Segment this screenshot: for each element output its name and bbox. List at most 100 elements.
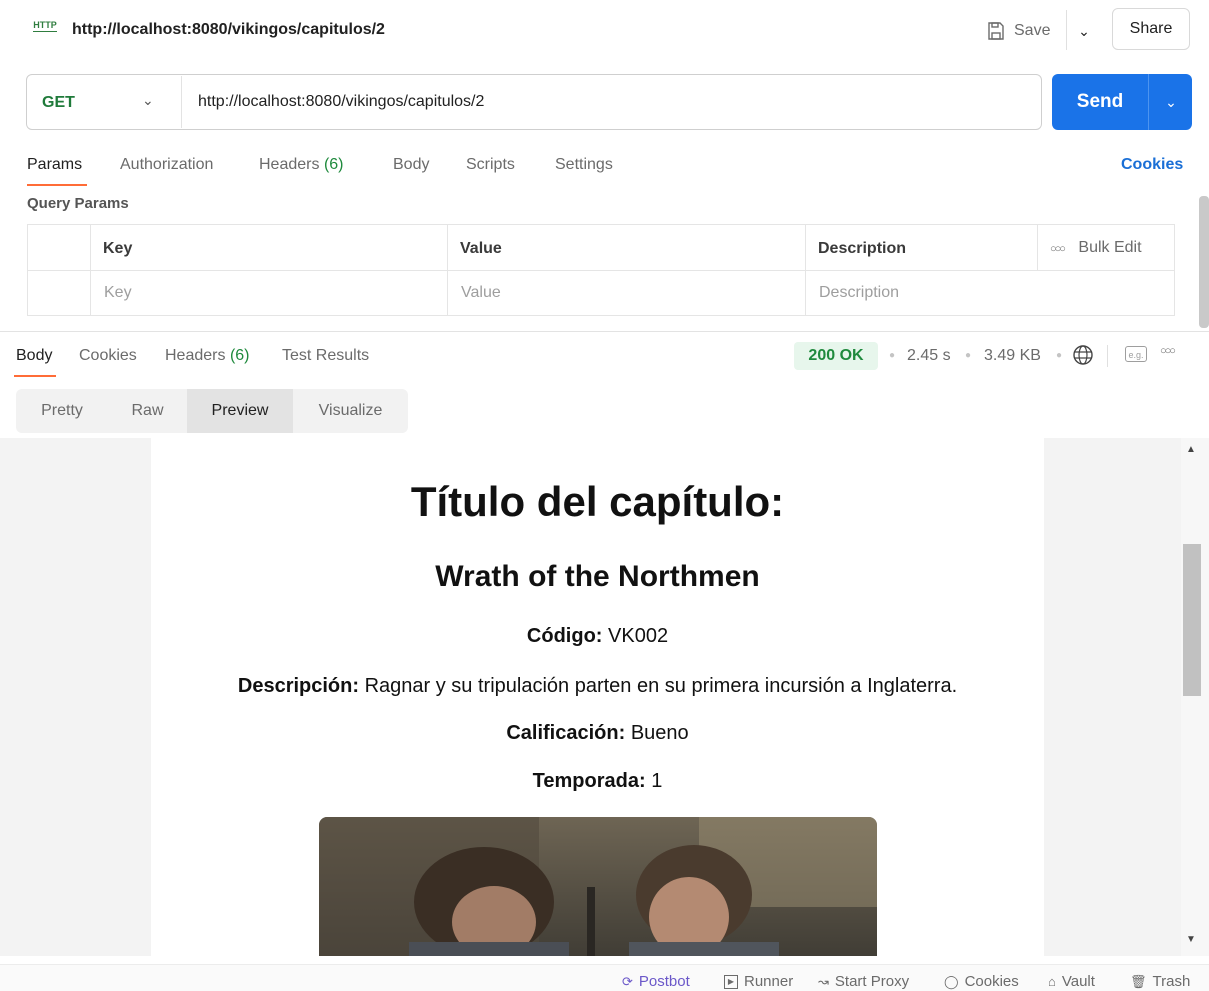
scroll-down-icon[interactable]: ▼	[1186, 934, 1196, 945]
tab-scripts[interactable]: Scripts	[466, 156, 515, 174]
tab-params[interactable]: Params	[27, 156, 82, 174]
tab-response-headers-label: Headers	[165, 347, 226, 364]
cookies-button[interactable]: ◯ Cookies	[944, 973, 1019, 990]
save-icon	[988, 22, 1004, 40]
active-tab-indicator	[27, 184, 87, 186]
format-tab-raw[interactable]: Raw	[108, 389, 187, 433]
postbot-button[interactable]: ⟳ Postbot	[622, 973, 690, 990]
runner-icon: ▶	[724, 974, 738, 989]
divider	[27, 270, 1175, 271]
separator-dot: ●	[889, 350, 896, 361]
chevron-down-icon[interactable]: ⌄	[142, 92, 154, 109]
response-time[interactable]: 2.45 s	[907, 347, 951, 365]
bulk-edit-label: Bulk Edit	[1078, 239, 1142, 256]
active-tab-indicator	[14, 375, 56, 377]
vault-button[interactable]: ⌂ Vault	[1048, 973, 1095, 990]
save-example-icon[interactable]: e.g.	[1125, 346, 1147, 362]
descripcion-label: Descripción:	[237, 675, 360, 697]
codigo-label: Código:	[526, 625, 603, 647]
postbot-icon: ⟳	[622, 973, 633, 989]
param-value-input[interactable]: Value	[461, 284, 501, 302]
http-request-icon: HTTP	[33, 20, 57, 32]
tab-headers-label: Headers	[259, 156, 320, 173]
cookies-link[interactable]: Cookies	[1121, 156, 1183, 174]
column-header-description: Description	[818, 240, 907, 257]
divider	[90, 224, 91, 316]
calificacion-line: Calificación: Bueno	[151, 722, 1044, 745]
headers-count: (6)	[323, 156, 344, 173]
trash-label: Trash	[1152, 973, 1191, 990]
preview-scrollbar[interactable]	[1181, 438, 1209, 956]
codigo-line: Código: VK002	[151, 625, 1044, 648]
tab-body[interactable]: Body	[393, 156, 429, 174]
page-heading: Título del capítulo:	[410, 478, 785, 525]
save-button[interactable]: Save	[986, 16, 1050, 46]
param-description-input[interactable]: Description	[819, 284, 899, 302]
start-proxy-label: Start Proxy	[834, 973, 910, 990]
scroll-up-icon[interactable]: ▲	[1186, 444, 1196, 455]
tab-authorization[interactable]: Authorization	[120, 156, 213, 174]
postbot-label: Postbot	[638, 973, 690, 990]
preview-page: Título del capítulo: Wrath of the Northm…	[151, 438, 1044, 956]
param-key-input[interactable]: Key	[104, 284, 132, 302]
start-proxy-button[interactable]: ↝ Start Proxy	[818, 973, 909, 990]
column-header-value: Value	[460, 240, 502, 257]
divider	[1037, 224, 1038, 270]
share-button[interactable]: Share	[1112, 8, 1190, 50]
divider	[805, 224, 806, 316]
vault-icon: ⌂	[1048, 974, 1056, 989]
more-icon: ○○○	[1050, 243, 1066, 255]
temporada-label: Temporada:	[532, 770, 646, 792]
trash-button[interactable]: 🗑 Trash	[1130, 973, 1190, 990]
globe-icon[interactable]	[1072, 344, 1094, 366]
tab-test-results[interactable]: Test Results	[282, 347, 369, 365]
descripcion-value: Ragnar y su tripulación parten en su pri…	[364, 675, 958, 697]
more-icon[interactable]: ○○○	[1160, 345, 1176, 357]
tab-response-cookies[interactable]: Cookies	[79, 347, 137, 365]
tab-response-body[interactable]: Body	[16, 347, 52, 365]
response-size[interactable]: 3.49 KB	[984, 347, 1041, 365]
format-tab-pretty[interactable]: Pretty	[16, 389, 108, 433]
calificacion-value: Bueno	[630, 722, 689, 744]
scrollbar-thumb[interactable]	[1199, 196, 1209, 328]
save-label: Save	[1014, 22, 1051, 39]
chevron-down-icon[interactable]: ⌄	[1073, 18, 1095, 44]
episode-image	[319, 817, 877, 956]
cookies-label: Cookies	[964, 973, 1019, 990]
request-title[interactable]: http://localhost:8080/vikingos/capitulos…	[72, 21, 385, 39]
status-bar	[0, 964, 1209, 991]
tab-response-headers[interactable]: Headers (6)	[165, 347, 250, 365]
status-badge[interactable]: 200 OK	[794, 342, 878, 370]
tab-settings[interactable]: Settings	[555, 156, 613, 174]
separator-dot: ●	[1056, 350, 1063, 361]
cookie-icon: ◯	[944, 973, 959, 989]
descripcion-line: Descripción: Ragnar y su tripulación par…	[151, 675, 1044, 698]
format-tab-visualize[interactable]: Visualize	[293, 389, 408, 433]
divider	[181, 76, 182, 128]
headers-count: (6)	[229, 347, 250, 364]
vault-label: Vault	[1061, 973, 1095, 990]
proxy-icon: ↝	[818, 973, 829, 989]
query-params-title: Query Params	[27, 195, 129, 212]
tab-headers[interactable]: Headers (6)	[259, 156, 344, 174]
separator-dot: ●	[965, 350, 972, 361]
pane-divider[interactable]	[0, 331, 1209, 332]
scrollbar-thumb[interactable]	[1183, 544, 1201, 696]
runner-button[interactable]: ▶ Runner	[724, 973, 793, 990]
bulk-edit-button[interactable]: ○○○ Bulk Edit	[1050, 239, 1142, 257]
chevron-down-icon[interactable]: ⌄	[1150, 74, 1192, 130]
divider	[1066, 10, 1067, 50]
divider	[1107, 345, 1108, 367]
divider	[447, 224, 448, 316]
url-input[interactable]	[198, 85, 1018, 119]
response-preview: Título del capítulo: Wrath of the Northm…	[0, 438, 1181, 956]
divider	[1148, 74, 1149, 130]
method-select[interactable]: GET	[42, 94, 75, 112]
trash-icon: 🗑	[1130, 973, 1147, 989]
column-header-key: Key	[103, 240, 133, 257]
format-tab-preview[interactable]: Preview	[187, 389, 293, 433]
send-button-label[interactable]: Send	[1052, 74, 1148, 130]
request-tab-header: HTTP http://localhost:8080/vikingos/capi…	[0, 0, 1209, 62]
temporada-line: Temporada: 1	[151, 770, 1044, 793]
runner-label: Runner	[744, 973, 794, 990]
